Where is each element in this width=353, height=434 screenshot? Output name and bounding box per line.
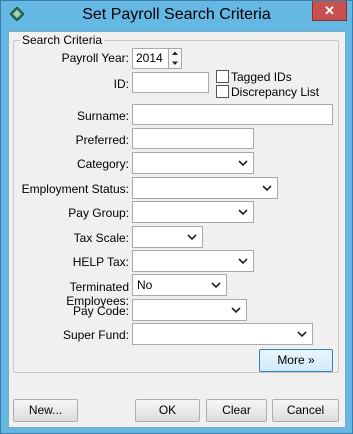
chevron-down-icon	[211, 282, 221, 289]
help-tax-select[interactable]	[132, 250, 254, 272]
spin-up-icon[interactable]	[169, 49, 181, 58]
close-button[interactable]: ✕	[312, 1, 347, 21]
payroll-year-label: Payroll Year:	[61, 51, 129, 65]
super-fund-select[interactable]	[132, 323, 313, 345]
preferred-label: Preferred:	[75, 133, 129, 147]
surname-label: Surname:	[76, 109, 129, 123]
employment-status-select[interactable]	[132, 177, 278, 199]
cancel-button[interactable]: Cancel	[272, 399, 339, 422]
ok-button[interactable]: OK	[135, 399, 200, 422]
chevron-down-icon	[187, 234, 197, 241]
pay-group-label: Pay Group:	[68, 206, 129, 220]
id-input[interactable]	[132, 72, 209, 93]
chevron-down-icon	[231, 307, 241, 314]
new-button[interactable]: New...	[13, 399, 78, 422]
preferred-input[interactable]	[132, 128, 254, 149]
tagged-ids-checkbox[interactable]	[216, 70, 229, 83]
chevron-down-icon	[238, 209, 248, 216]
group-legend: Search Criteria	[22, 33, 103, 47]
tagged-ids-label: Tagged IDs	[231, 70, 292, 84]
spin-down-icon[interactable]	[169, 59, 181, 68]
payroll-year-spinner[interactable]	[168, 48, 182, 69]
pay-group-select[interactable]	[132, 201, 254, 223]
discrepancy-list-checkbox[interactable]	[216, 85, 229, 98]
help-tax-label: HELP Tax:	[72, 255, 129, 269]
discrepancy-list-label: Discrepancy List	[231, 85, 320, 99]
clear-button[interactable]: Clear	[206, 399, 267, 422]
pay-code-label: Pay Code:	[72, 304, 129, 318]
surname-input[interactable]	[132, 104, 333, 125]
category-label: Category:	[76, 157, 129, 171]
chevron-down-icon	[238, 258, 248, 265]
terminated-employees-select[interactable]: No	[132, 274, 227, 296]
window-title: Set Payroll Search Criteria	[82, 6, 271, 23]
employment-status-label: Employment Status:	[21, 182, 129, 196]
id-label: ID:	[113, 77, 129, 91]
category-select[interactable]	[132, 152, 254, 174]
dialog-window: Set Payroll Search Criteria ✕ Search Cri…	[0, 0, 353, 434]
terminated-employees-value: No	[137, 278, 153, 292]
chevron-down-icon	[238, 160, 248, 167]
dialog-body: Search Criteria Payroll Year: 2014 ID: T…	[8, 31, 346, 428]
pay-code-select[interactable]	[132, 299, 247, 321]
tax-scale-select[interactable]	[132, 226, 203, 248]
more-button[interactable]: More »	[259, 349, 333, 372]
chevron-down-icon	[262, 185, 272, 192]
tax-scale-label: Tax Scale:	[73, 231, 129, 245]
payroll-year-input[interactable]: 2014	[132, 48, 169, 69]
title-bar[interactable]: Set Payroll Search Criteria ✕	[1, 1, 352, 31]
super-fund-label: Super Fund:	[62, 328, 129, 342]
chevron-down-icon	[297, 331, 307, 338]
